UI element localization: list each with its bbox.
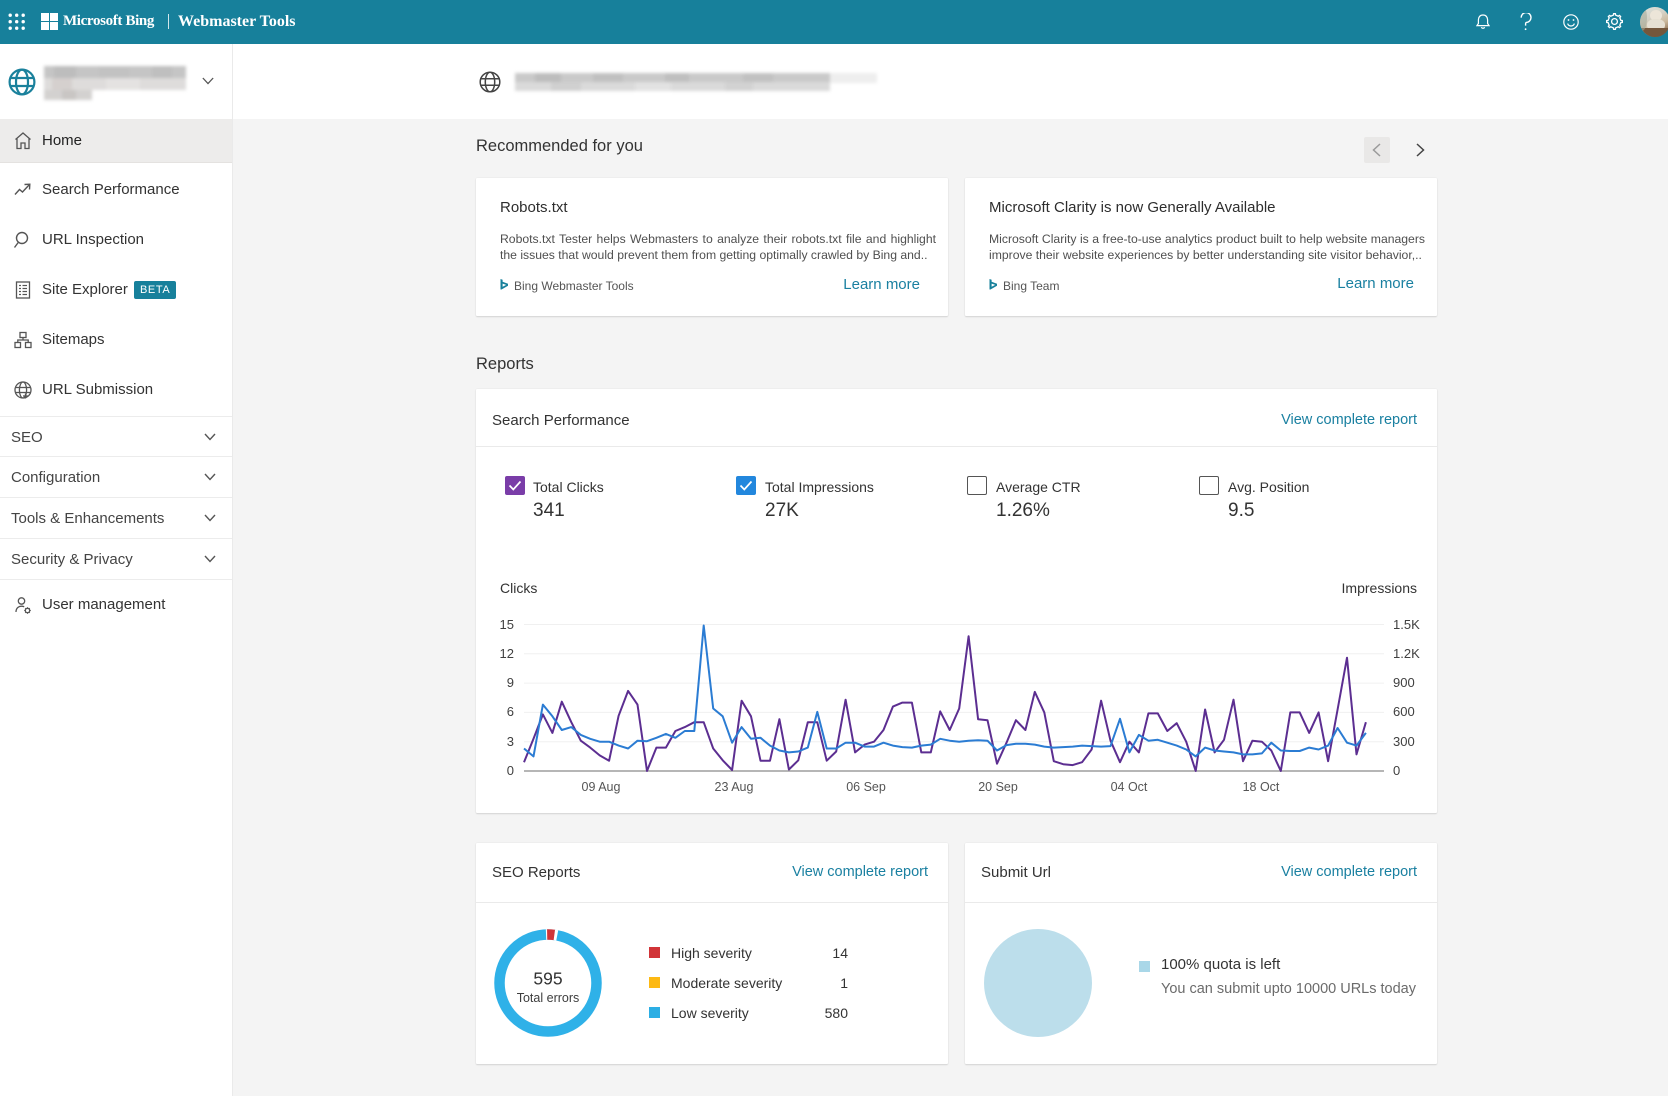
svg-text:900: 900	[1393, 675, 1415, 690]
svg-text:9: 9	[507, 675, 514, 690]
svg-text:1.5K: 1.5K	[1393, 617, 1420, 632]
svg-text:6: 6	[507, 704, 514, 719]
svg-text:0: 0	[1393, 763, 1400, 778]
svg-text:1.2K: 1.2K	[1393, 646, 1420, 661]
svg-text:09 Aug: 09 Aug	[582, 780, 621, 794]
svg-text:300: 300	[1393, 734, 1415, 749]
svg-text:600: 600	[1393, 704, 1415, 719]
svg-text:23 Aug: 23 Aug	[715, 780, 754, 794]
svg-text:Total errors: Total errors	[517, 991, 580, 1005]
svg-text:0: 0	[507, 763, 514, 778]
svg-text:20 Sep: 20 Sep	[978, 780, 1018, 794]
svg-text:595: 595	[533, 969, 562, 989]
svg-text:04 Oct: 04 Oct	[1111, 780, 1148, 794]
svg-text:12: 12	[500, 646, 514, 661]
svg-text:15: 15	[500, 617, 514, 632]
svg-text:3: 3	[507, 734, 514, 749]
svg-text:18 Oct: 18 Oct	[1243, 780, 1280, 794]
svg-text:06 Sep: 06 Sep	[846, 780, 886, 794]
